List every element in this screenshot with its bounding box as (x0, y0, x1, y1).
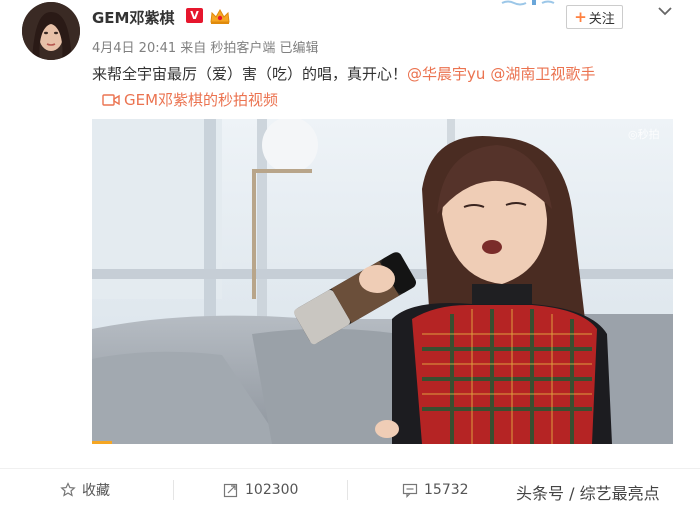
divider (0, 468, 700, 469)
mention-link[interactable]: @华晨宇yu (407, 65, 485, 83)
repost-button[interactable]: 102300 (223, 470, 298, 509)
crown-icon[interactable] (209, 8, 231, 25)
weibo-post: GEM邓紫棋 V + 关注 4月4日 20:41 来自 秒拍客户端 已编辑 来帮… (0, 0, 700, 509)
repost-icon (223, 483, 238, 497)
chevron-down-icon[interactable] (656, 4, 674, 18)
repost-count: 102300 (245, 481, 299, 498)
post-meta: 4月4日 20:41 来自 秒拍客户端 已编辑 (92, 41, 319, 56)
separator (173, 480, 174, 500)
brand-watermark: 头条号 / 综艺最亮点 (516, 484, 660, 503)
video-watermark: ◎秒拍 (628, 128, 660, 141)
star-icon (60, 481, 76, 497)
video-icon (102, 93, 120, 106)
avatar[interactable] (22, 2, 80, 60)
post-text-main: 来帮全宇宙最厉（爱）害（吃）的唱，真开心！ (92, 65, 408, 83)
video-progress-bar[interactable] (92, 441, 112, 444)
plus-icon: + (574, 8, 587, 26)
post-text: 来帮全宇宙最厉（爱）害（吃）的唱，真开心！@华晨宇yu @湖南卫视歌手 (92, 63, 595, 84)
separator (347, 480, 348, 500)
favorite-label: 收藏 (82, 482, 110, 499)
video-link-label: GEM邓紫棋的秒拍视频 (124, 91, 279, 109)
follow-button[interactable]: + 关注 (566, 5, 623, 29)
comment-icon (402, 483, 418, 498)
follow-label: 关注 (588, 11, 615, 27)
video-frame (92, 119, 673, 444)
video-player[interactable] (92, 119, 673, 444)
comment-button[interactable]: 15732 (402, 470, 469, 509)
verified-badge-icon[interactable]: V (186, 8, 203, 23)
comment-count: 15732 (424, 481, 469, 498)
username[interactable]: GEM邓紫棋 (92, 7, 175, 28)
favorite-button[interactable]: 收藏 (60, 470, 110, 509)
partial-icons-decoration (501, 0, 555, 6)
video-link[interactable]: GEM邓紫棋的秒拍视频 (102, 89, 278, 110)
mention-link[interactable]: @湖南卫视歌手 (490, 65, 595, 83)
